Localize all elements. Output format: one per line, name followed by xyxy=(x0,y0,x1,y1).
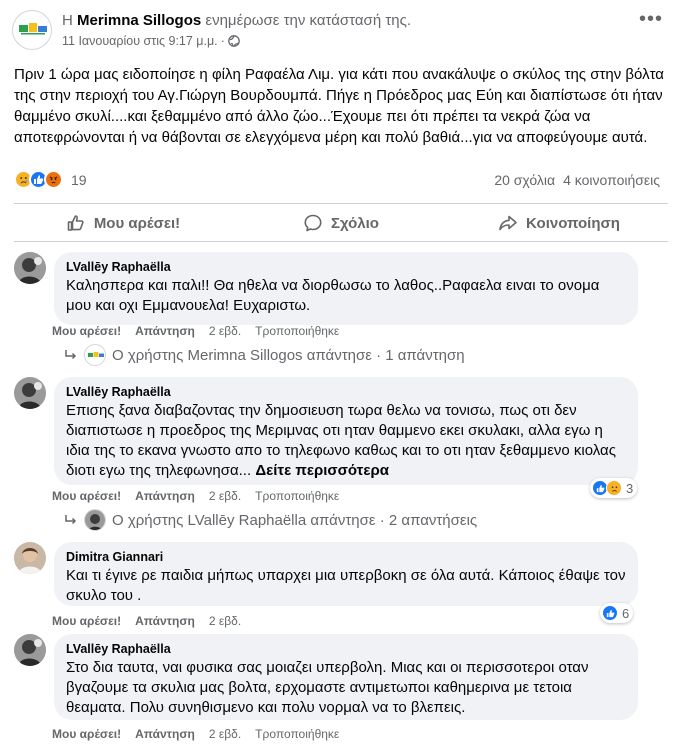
view-replies-link[interactable]: Ο χρήστης LVallēy Raphaëlla απάντησε · 2… xyxy=(64,509,477,531)
reply-arrow-icon xyxy=(65,350,77,360)
comment-text: Επισης ξανα διαβαζοντας την δημοσιευση τ… xyxy=(66,401,626,481)
view-replies-link[interactable]: Ο χρήστης Merimna Sillogos απάντησε · 1 … xyxy=(64,344,465,366)
commenter-name[interactable]: LVallēy Raphaëlla xyxy=(66,384,626,401)
post-text: Πριν 1 ώρα μας ειδοποίησε η φίλη Ραφαέλα… xyxy=(14,66,664,146)
post-actions-bar: Μου αρέσει! Σχόλιο Κοινοποίηση xyxy=(14,205,668,241)
post-stats: 19 20 σχόλια 4 κοινοποιήσεις xyxy=(14,170,668,192)
replies-summary: Ο χρήστης Merimna Sillogos απάντησε · 1 … xyxy=(112,346,465,364)
sad-reaction-icon xyxy=(606,480,622,496)
commenter-name[interactable]: Dimitra Giannari xyxy=(66,549,626,566)
comment-actions: Μου αρέσει! Απάντηση 2 εβδ. Τροποποιήθηκ… xyxy=(52,324,339,338)
comment-actions: Μου αρέσει! Απάντηση 2 εβδ. xyxy=(52,614,241,628)
divider-bottom xyxy=(14,241,668,242)
commenter-avatar[interactable] xyxy=(14,377,46,409)
post-author-line: Η Merimna Sillogos ενημέρωσε την κατάστα… xyxy=(62,12,411,29)
like-button[interactable]: Μου αρέσει! xyxy=(14,205,232,241)
meta-dot: · xyxy=(220,34,225,48)
reaction-count: 19 xyxy=(71,171,87,188)
comment-reactions[interactable]: 3 xyxy=(590,478,638,498)
comments-count-link[interactable]: 20 σχόλια xyxy=(494,172,555,188)
reaction-summary[interactable]: 19 xyxy=(14,170,87,189)
comment-reply-link[interactable]: Απάντηση xyxy=(135,727,195,741)
commenter-avatar[interactable] xyxy=(14,542,46,574)
share-button[interactable]: Κοινοποίηση xyxy=(450,205,668,241)
reply-avatar xyxy=(84,509,106,531)
comment-time[interactable]: 2 εβδ. xyxy=(209,489,241,503)
comment-edited: Τροποποιήθηκε xyxy=(255,727,340,741)
post-meta: 11 Ιανουαρίου στις 9:17 μ.μ. · xyxy=(62,34,240,48)
comment-like-link[interactable]: Μου αρέσει! xyxy=(52,614,121,628)
comment-edited: Τροποποιήθηκε xyxy=(255,324,340,338)
comment-reply-link[interactable]: Απάντηση xyxy=(135,489,195,503)
comment-time[interactable]: 2 εβδ. xyxy=(209,614,241,628)
divider-top xyxy=(14,203,668,204)
comment-reaction-count: 3 xyxy=(626,480,634,496)
author-prefix: Η xyxy=(62,12,73,29)
comment-actions: Μου αρέσει! Απάντηση 2 εβδ. Τροποποιήθηκ… xyxy=(52,489,339,503)
post-action-text: ενημέρωσε την κατάστασή της. xyxy=(205,12,411,29)
reply-avatar xyxy=(84,344,106,366)
comment-reactions[interactable]: 6 xyxy=(600,603,634,623)
comment-edited: Τροποποιήθηκε xyxy=(255,489,340,503)
merimna-logo-icon xyxy=(19,23,47,35)
comment-text: Καλησπερα και παλι!! Θα ηθελα να διορθωσ… xyxy=(66,277,600,314)
comment-text: Στο δια ταυτα, ναι φυσικα σας μοιαζει υπ… xyxy=(66,659,589,716)
shares-count-link[interactable]: 4 κοινοποιήσεις xyxy=(563,172,660,188)
commenter-name[interactable]: LVallēy Raphaëlla xyxy=(66,259,626,276)
comment-button-label: Σχόλιο xyxy=(331,214,379,232)
comment-time[interactable]: 2 εβδ. xyxy=(209,727,241,741)
commenter-avatar[interactable] xyxy=(14,252,46,284)
comment-bubble: LVallēy Raphaëlla Στο δια ταυτα, ναι φυσ… xyxy=(54,634,638,720)
replies-summary: Ο χρήστης LVallēy Raphaëlla απάντησε · 2… xyxy=(112,511,478,529)
like-reaction-icon xyxy=(602,605,618,621)
comment-icon xyxy=(304,214,322,232)
page-avatar[interactable] xyxy=(12,10,52,50)
comment-bubble: LVallēy Raphaëlla Καλησπερα και παλι!! Θ… xyxy=(54,252,638,325)
like-button-label: Μου αρέσει! xyxy=(93,214,181,232)
comment-button[interactable]: Σχόλιο xyxy=(232,205,450,241)
comment-actions: Μου αρέσει! Απάντηση 2 εβδ. Τροποποιήθηκ… xyxy=(52,727,339,741)
commenter-name[interactable]: LVallēy Raphaëlla xyxy=(66,641,626,658)
post-timestamp[interactable]: 11 Ιανουαρίου στις 9:17 μ.μ. xyxy=(62,34,218,48)
share-button-label: Κοινοποίηση xyxy=(526,214,620,232)
comment-reply-link[interactable]: Απάντηση xyxy=(135,324,195,338)
post-author-name[interactable]: Merimna Sillogos xyxy=(77,12,201,29)
angry-reaction-icon xyxy=(44,170,63,189)
comment-like-link[interactable]: Μου αρέσει! xyxy=(52,727,121,741)
comment-time[interactable]: 2 εβδ. xyxy=(209,324,241,338)
more-options-icon[interactable]: ••• xyxy=(636,9,666,34)
reply-arrow-icon xyxy=(65,515,77,525)
post-header: Η Merimna Sillogos ενημέρωσε την κατάστα… xyxy=(12,9,672,56)
globe-icon xyxy=(227,35,240,47)
comment-bubble: Dimitra Giannari Και τι έγινε ρε παιδια … xyxy=(54,542,638,606)
comment-like-link[interactable]: Μου αρέσει! xyxy=(52,489,121,503)
see-more-link[interactable]: Δείτε περισσότερα xyxy=(255,462,389,479)
comment-like-link[interactable]: Μου αρέσει! xyxy=(52,324,121,338)
comment-reply-link[interactable]: Απάντηση xyxy=(135,614,195,628)
commenter-avatar[interactable] xyxy=(14,634,46,666)
share-icon xyxy=(499,215,517,231)
comment-reaction-count: 6 xyxy=(622,605,630,621)
thumbs-up-icon xyxy=(67,215,84,231)
comment-bubble: LVallēy Raphaëlla Επισης ξανα διαβαζοντα… xyxy=(54,377,638,485)
comment-text: Και τι έγινε ρε παιδια μήπως υπαρχει μια… xyxy=(66,567,626,604)
